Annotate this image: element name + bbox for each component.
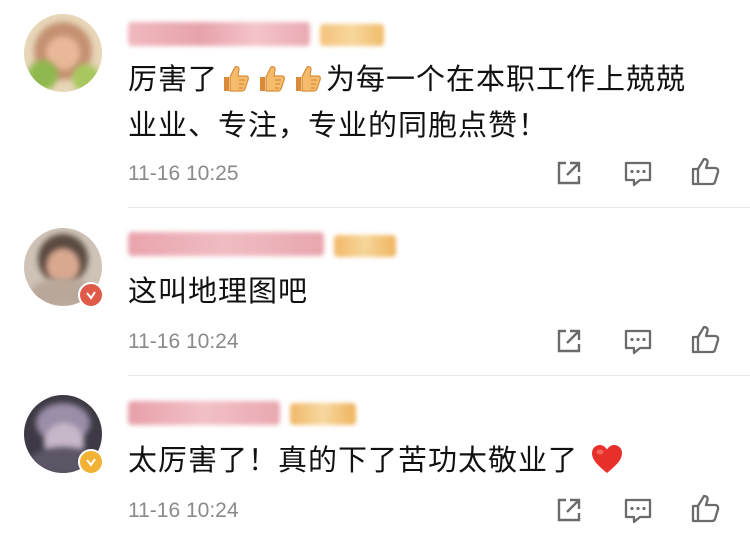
member-badge-icon [290, 403, 356, 425]
comment-text: 厉害了 为每一个在本职工作上兢兢 业业、专注，专业的同胞点赞！ [128, 62, 687, 142]
share-icon[interactable] [552, 156, 586, 190]
thumbs-up-icon[interactable] [689, 492, 723, 526]
thumbs-up-emoji-icon [256, 63, 288, 95]
verified-badge-icon [78, 282, 104, 308]
reply-icon[interactable] [621, 156, 655, 190]
thumbs-up-emoji-icon [292, 63, 324, 95]
comment-text: 这叫地理图吧 [128, 274, 309, 308]
member-badge-icon [320, 24, 384, 46]
avatar[interactable] [24, 14, 102, 92]
comment-time: 11-16 10:24 [128, 330, 239, 353]
member-badge-icon [334, 235, 396, 257]
username-blurred[interactable] [128, 401, 280, 425]
divider [128, 375, 750, 376]
thumbs-up-icon[interactable] [689, 155, 723, 189]
share-icon[interactable] [552, 324, 586, 358]
share-icon[interactable] [552, 493, 586, 527]
comment-time: 11-16 10:24 [128, 499, 239, 522]
username-blurred[interactable] [128, 232, 324, 256]
reply-icon[interactable] [621, 493, 655, 527]
heart-emoji-icon [592, 445, 623, 473]
reply-icon[interactable] [621, 324, 655, 358]
comment-feed: 厉害了 为每一个在本职工作上兢兢 业业、专注，专业的同胞点赞！ 11-16 10:… [0, 0, 750, 535]
username-blurred[interactable] [128, 22, 310, 46]
verified-badge-icon [78, 449, 104, 475]
comment-text: 太厉害了！真的下了苦功太敬业了 [128, 437, 626, 483]
divider [128, 207, 750, 208]
thumbs-up-emoji-icon [220, 63, 252, 95]
thumbs-up-icon[interactable] [689, 323, 723, 357]
comment-time: 11-16 10:25 [128, 162, 239, 185]
